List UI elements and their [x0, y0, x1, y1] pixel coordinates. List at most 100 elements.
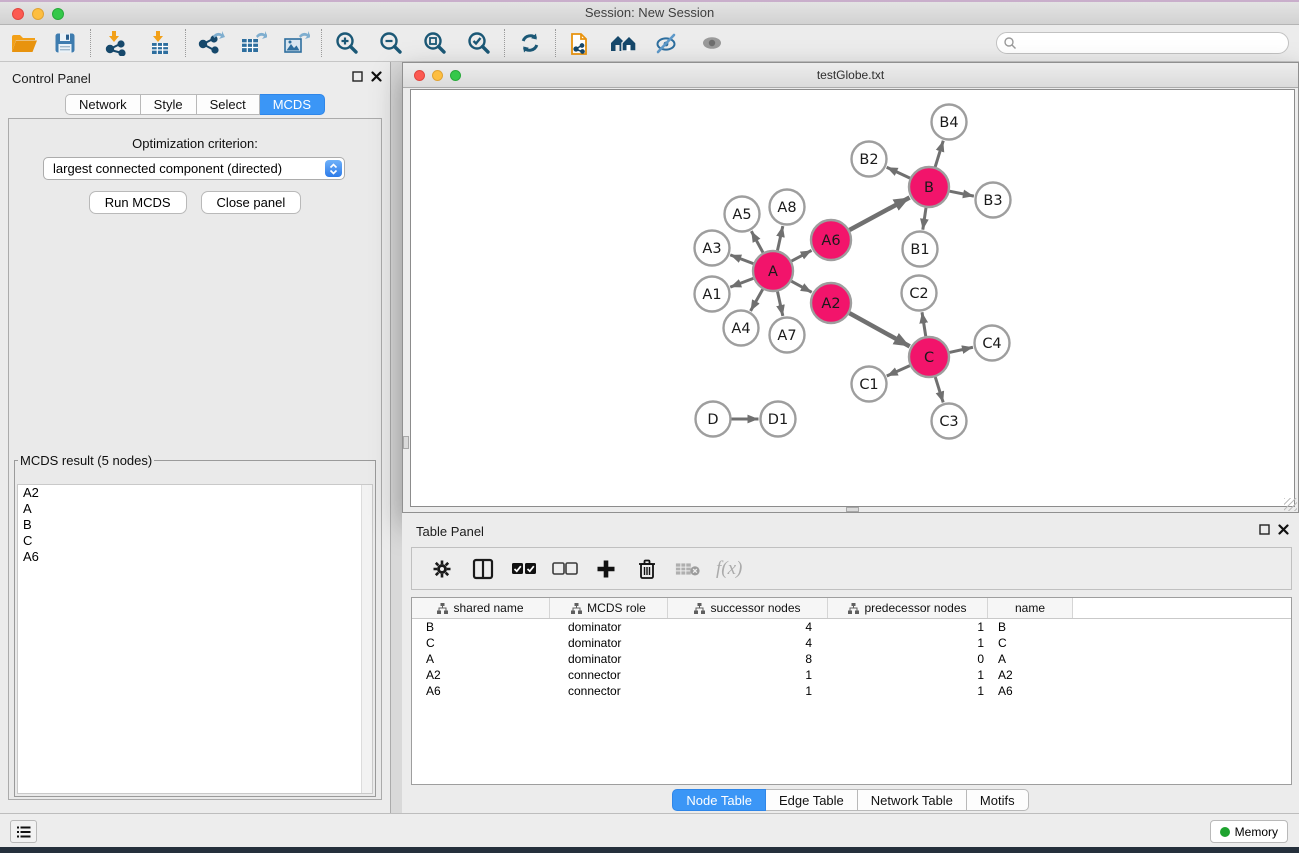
import-network-button[interactable] [100, 28, 132, 58]
graph-node-A7[interactable]: A7 [770, 318, 805, 353]
graph-edge-C-C4[interactable] [949, 347, 972, 352]
graph-node-D1[interactable]: D1 [761, 402, 796, 437]
run-mcds-button[interactable]: Run MCDS [89, 191, 187, 214]
close-table-panel-icon[interactable] [1278, 524, 1289, 535]
show-all-button[interactable] [696, 28, 728, 58]
refresh-button[interactable] [514, 28, 546, 58]
export-network-button[interactable] [195, 28, 227, 58]
show-panel-list-button[interactable] [10, 820, 37, 843]
select-all-columns-button[interactable] [511, 556, 537, 582]
graph-node-B1[interactable]: B1 [903, 232, 938, 267]
table-row[interactable]: Adominator80A [412, 651, 1291, 667]
graph-edge-A-A3[interactable] [730, 255, 753, 264]
graph-node-C4[interactable]: C4 [975, 326, 1010, 361]
close-panel-button[interactable]: Close panel [201, 191, 302, 214]
column-header-predecessor-nodes[interactable]: predecessor nodes [828, 598, 988, 618]
graph-edge-A-A2[interactable] [791, 281, 811, 292]
graph-node-C2[interactable]: C2 [902, 276, 937, 311]
tab-motifs[interactable]: Motifs [967, 789, 1029, 811]
network-window-titlebar[interactable]: testGlobe.txt [403, 63, 1298, 88]
graph-node-C3[interactable]: C3 [932, 404, 967, 439]
tab-edge-table[interactable]: Edge Table [766, 789, 858, 811]
table-row[interactable]: A6connector11A6 [412, 683, 1291, 699]
graph-node-B4[interactable]: B4 [932, 105, 967, 140]
window-resize-grip[interactable] [1284, 498, 1297, 511]
graph-edge-A2-C[interactable] [849, 313, 909, 346]
graph-node-B3[interactable]: B3 [976, 183, 1011, 218]
table-row[interactable]: A2connector11A2 [412, 667, 1291, 683]
graph-node-A3[interactable]: A3 [695, 231, 730, 266]
tab-network-table[interactable]: Network Table [858, 789, 967, 811]
memory-button[interactable]: Memory [1210, 820, 1288, 843]
mcds-result-list[interactable]: A2ABCA6 [17, 484, 373, 794]
graph-node-C[interactable]: C [909, 337, 949, 377]
horizontal-scrollbar-thumb[interactable] [846, 507, 859, 512]
hide-selected-button[interactable] [651, 28, 683, 58]
graph-node-B2[interactable]: B2 [852, 142, 887, 177]
function-builder-button[interactable]: f(x) [716, 558, 742, 580]
column-header-MCDS-role[interactable]: MCDS role [550, 598, 668, 618]
main-titlebar[interactable]: Session: New Session [0, 2, 1299, 25]
mcds-result-item[interactable]: A6 [18, 549, 372, 565]
graph-edge-A-A8[interactable] [777, 226, 782, 250]
zoom-in-button[interactable] [331, 28, 363, 58]
tab-network[interactable]: Network [65, 94, 141, 115]
graph-edge-C-C2[interactable] [922, 312, 926, 336]
graph-node-B[interactable]: B [909, 167, 949, 207]
graph-edge-A-A1[interactable] [730, 278, 753, 287]
graph-edge-C-C3[interactable] [935, 377, 943, 402]
graph-edge-A-A6[interactable] [792, 250, 812, 261]
graph-edge-A-A7[interactable] [777, 292, 782, 316]
graph-edge-B-B4[interactable] [935, 141, 943, 167]
delete-column-button[interactable] [634, 556, 660, 582]
zoom-out-button[interactable] [375, 28, 407, 58]
table-row[interactable]: Bdominator41B [412, 619, 1291, 635]
graph-node-A2[interactable]: A2 [811, 283, 851, 323]
graph-node-A1[interactable]: A1 [695, 277, 730, 312]
tab-mcds[interactable]: MCDS [260, 94, 325, 115]
mcds-result-item[interactable]: A2 [18, 485, 372, 501]
vertical-scrollbar-thumb[interactable] [403, 436, 409, 449]
import-table-button[interactable] [144, 28, 176, 58]
mcds-result-item[interactable]: B [18, 517, 372, 533]
new-network-from-selection-button[interactable] [565, 28, 597, 58]
graph-node-A8[interactable]: A8 [770, 190, 805, 225]
export-image-button[interactable] [280, 28, 312, 58]
float-panel-icon[interactable] [352, 71, 363, 82]
graph-edge-A-A4[interactable] [751, 289, 763, 311]
deselect-all-columns-button[interactable] [552, 556, 578, 582]
graph-node-D[interactable]: D [696, 402, 731, 437]
graph-edge-C-C1[interactable] [887, 366, 910, 376]
graph-node-A4[interactable]: A4 [724, 311, 759, 346]
tab-style[interactable]: Style [141, 94, 197, 115]
show-column-panel-button[interactable] [470, 556, 496, 582]
graph-node-C1[interactable]: C1 [852, 367, 887, 402]
open-session-button[interactable] [8, 28, 40, 58]
create-column-button[interactable] [593, 556, 619, 582]
table-settings-button[interactable] [429, 556, 455, 582]
zoom-fit-button[interactable] [419, 28, 451, 58]
table-row[interactable]: Cdominator41C [412, 635, 1291, 651]
column-header-name[interactable]: name [988, 598, 1073, 618]
search-input[interactable] [996, 32, 1289, 54]
mcds-result-item[interactable]: C [18, 533, 372, 549]
first-neighbors-button[interactable] [608, 28, 640, 58]
mcds-result-item[interactable]: A [18, 501, 372, 517]
graph-node-A[interactable]: A [753, 251, 793, 291]
graph-node-A6[interactable]: A6 [811, 220, 851, 260]
result-list-scrollbar[interactable] [361, 485, 372, 793]
graph-edge-B-B1[interactable] [923, 208, 926, 230]
graph-edge-A-A5[interactable] [751, 231, 763, 252]
delete-table-button[interactable] [675, 556, 701, 582]
close-panel-icon[interactable] [371, 71, 382, 82]
graph-edge-B-B2[interactable] [887, 167, 910, 178]
save-session-button[interactable] [49, 28, 81, 58]
export-table-button[interactable] [237, 28, 269, 58]
tab-node-table[interactable]: Node Table [672, 789, 766, 811]
graph-node-A5[interactable]: A5 [725, 197, 760, 232]
graph-edge-B-B3[interactable] [950, 191, 974, 196]
graph-edge-A6-B[interactable] [849, 197, 909, 230]
column-header-successor-nodes[interactable]: successor nodes [668, 598, 828, 618]
optimization-dropdown[interactable]: largest connected component (directed) [43, 157, 345, 180]
tab-select[interactable]: Select [197, 94, 260, 115]
